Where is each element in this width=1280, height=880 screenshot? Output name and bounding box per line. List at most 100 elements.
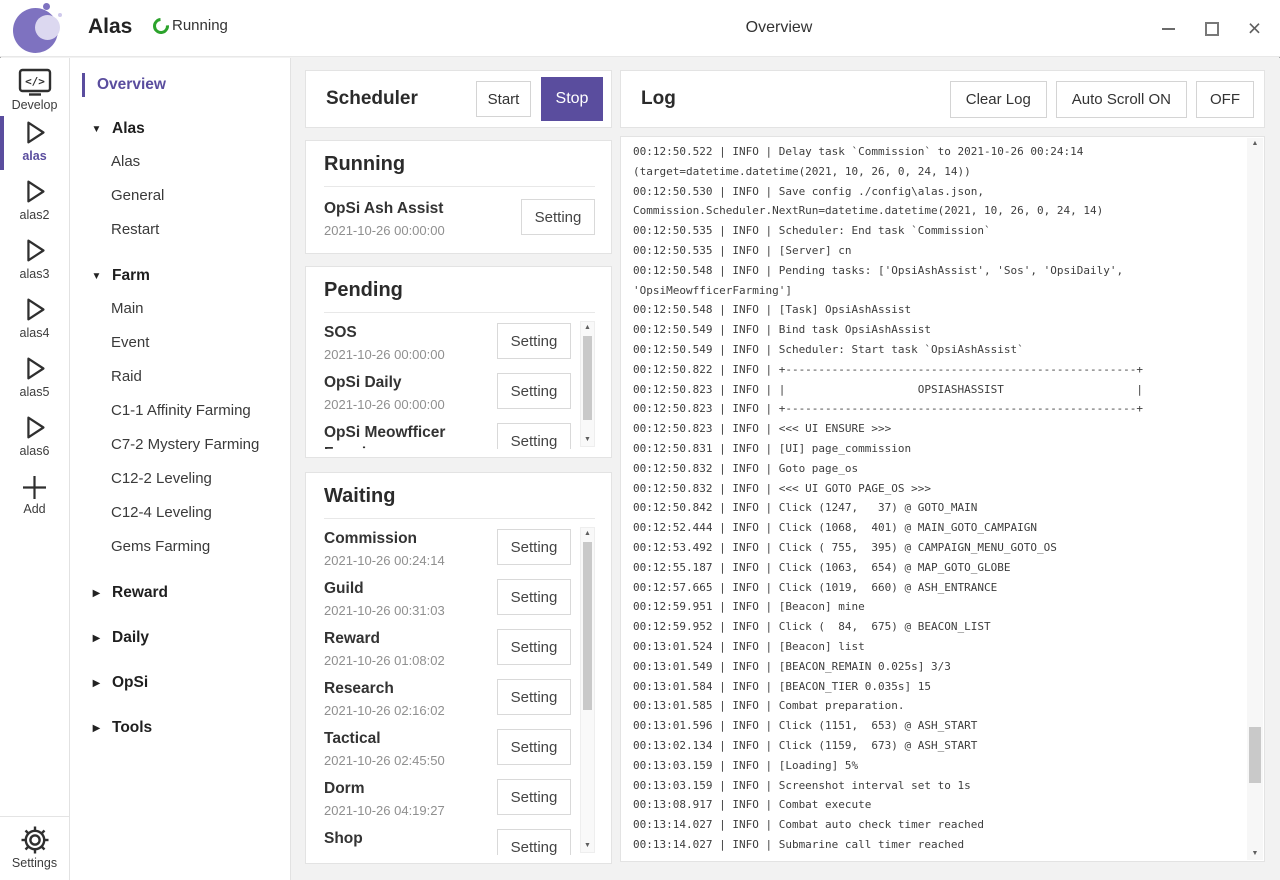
log-line: 'OpsiMeowfficerFarming'] [633, 281, 1240, 301]
sidebar-instance-item[interactable]: alas4 [0, 291, 69, 350]
log-column: Log Clear Log Auto Scroll ON OFF 00:12:5… [620, 70, 1265, 862]
task-setting-button[interactable]: Setting [497, 629, 571, 665]
menu-group-header[interactable]: ▶ OpSi [70, 667, 290, 699]
task-setting-button[interactable]: Setting [521, 199, 595, 235]
menu-item[interactable]: Restart [70, 213, 290, 247]
menu-group: ▼ Alas Alas General Restart [70, 113, 290, 247]
task-name: Shop [324, 828, 486, 849]
log-line: 00:13:01.596 | INFO | Click (1151, 653) … [633, 716, 1240, 736]
menu-group-header[interactable]: ▶ Reward [70, 577, 290, 609]
log-line: 00:12:50.522 | INFO | Delay task `Commis… [633, 142, 1240, 162]
sidebar-instance-item[interactable]: alas2 [0, 173, 69, 232]
task-setting-button[interactable]: Setting [497, 579, 571, 615]
task-setting-button[interactable]: Setting [497, 779, 571, 815]
plus-icon [21, 474, 48, 501]
task-name: OpSi Ash Assist [324, 198, 486, 219]
menu-item[interactable]: Main [70, 292, 290, 326]
instance-label: alas4 [0, 326, 69, 340]
play-icon [20, 176, 50, 207]
log-panel[interactable]: 00:12:50.522 | INFO | Delay task `Commis… [620, 136, 1265, 862]
task-setting-button[interactable]: Setting [497, 829, 571, 855]
stop-button[interactable]: Stop [541, 77, 603, 121]
task-name: Tactical [324, 728, 486, 749]
clear-log-button[interactable]: Clear Log [950, 81, 1047, 118]
menu-group-header[interactable]: ▶ Tools [70, 712, 290, 744]
log-line: (target=datetime.datetime(2021, 10, 26, … [633, 162, 1240, 182]
play-icon [20, 294, 50, 325]
menu-groups: ▼ Alas Alas General Restart ▼ Farm Main … [70, 113, 290, 744]
menu-item[interactable]: General [70, 179, 290, 213]
scroll-up-icon[interactable]: ▲ [581, 528, 594, 540]
instance-label: alas2 [0, 208, 69, 222]
log-scrollbar-thumb[interactable] [1249, 727, 1261, 783]
menu-item-overview[interactable]: Overview [70, 70, 290, 100]
menu-item[interactable]: Event [70, 326, 290, 360]
log-line: 00:12:50.535 | INFO | [Server] cn [633, 241, 1240, 261]
sidebar-instance-item[interactable]: alas6 [0, 409, 69, 468]
log-line: 00:13:03.159 | INFO | [Loading] 5% [633, 756, 1240, 776]
menu-group-label: Reward [112, 584, 168, 602]
scroll-down-icon[interactable]: ▼ [1247, 848, 1263, 860]
maximize-button[interactable] [1190, 0, 1233, 57]
task-setting-button[interactable]: Setting [497, 729, 571, 765]
task-setting-button[interactable]: Setting [497, 529, 571, 565]
log-scrollbar[interactable]: ▲ ▼ [1247, 138, 1263, 860]
develop-label: Develop [0, 98, 69, 112]
task-setting-button[interactable]: Setting [497, 423, 571, 449]
main-content: Scheduler Start Stop Running OpSi Ash As… [291, 58, 1280, 880]
scroll-down-icon[interactable]: ▼ [581, 434, 594, 446]
menu-item[interactable]: C12-2 Leveling [70, 462, 290, 496]
menu-group-header[interactable]: ▼ Alas [70, 113, 290, 145]
menu-group: ▶ Daily [70, 622, 290, 654]
task-info: Research 2021-10-26 02:16:02 [324, 675, 497, 725]
menu-item[interactable]: C12-4 Leveling [70, 496, 290, 530]
pending-scrollbar[interactable]: ▲ ▼ [580, 321, 595, 447]
auto-scroll-on-button[interactable]: Auto Scroll ON [1056, 81, 1187, 118]
task-name: Dorm [324, 778, 486, 799]
task-next-run-time: 2021-10-26 02:16:02 [324, 703, 497, 718]
waiting-scrollbar-thumb[interactable] [583, 542, 592, 710]
sidebar-instance-item[interactable]: alas5 [0, 350, 69, 409]
task-row: OpSi Meowfficer Farming Setting [324, 419, 571, 449]
sidebar-instance-item[interactable]: alas [0, 114, 69, 173]
task-setting-button[interactable]: Setting [497, 679, 571, 715]
menu-group-header[interactable]: ▼ Farm [70, 260, 290, 292]
scheduler-status: Running [153, 17, 228, 34]
menu-item[interactable]: Raid [70, 360, 290, 394]
window-title: Overview [746, 19, 813, 37]
sidebar-item-settings[interactable]: Settings [0, 816, 69, 880]
instance-label: alas6 [0, 444, 69, 458]
scroll-down-icon[interactable]: ▼ [581, 840, 594, 852]
log-line: 00:13:01.585 | INFO | Combat preparation… [633, 696, 1240, 716]
close-button[interactable]: × [1233, 0, 1276, 57]
minimize-button[interactable] [1147, 0, 1190, 57]
scroll-up-icon[interactable]: ▲ [1247, 138, 1263, 150]
task-next-run-time: 2021-10-26 00:31:03 [324, 603, 497, 618]
menu-item[interactable]: Alas [70, 145, 290, 179]
menu-group: ▼ Farm Main Event Raid C1-1 Affinity Far… [70, 260, 290, 564]
task-row: Tactical 2021-10-26 02:45:50 Setting [324, 725, 571, 775]
scroll-up-icon[interactable]: ▲ [581, 322, 594, 334]
sidebar-instance-item[interactable]: alas3 [0, 232, 69, 291]
menu-item[interactable]: C7-2 Mystery Farming [70, 428, 290, 462]
menu-group-header[interactable]: ▶ Daily [70, 622, 290, 654]
task-setting-button[interactable]: Setting [497, 323, 571, 359]
auto-scroll-off-button[interactable]: OFF [1196, 81, 1254, 118]
task-name: Commission [324, 528, 486, 549]
task-setting-button[interactable]: Setting [497, 373, 571, 409]
log-line: 00:12:50.823 | INFO | <<< UI ENSURE >>> [633, 419, 1240, 439]
status-text: Running [172, 17, 228, 34]
instance-label: alas5 [0, 385, 69, 399]
task-row: Guild 2021-10-26 00:31:03 Setting [324, 575, 571, 625]
add-instance-button[interactable]: Add [0, 468, 69, 524]
task-next-run-time: 2021-10-26 00:00:00 [324, 223, 521, 238]
sidebar-item-develop[interactable]: </> Develop [0, 58, 69, 114]
waiting-list: Commission 2021-10-26 00:24:14 Setting G… [324, 525, 595, 855]
waiting-scrollbar[interactable]: ▲ ▼ [580, 527, 595, 853]
menu-item[interactable]: Gems Farming [70, 530, 290, 564]
pending-scrollbar-thumb[interactable] [583, 336, 592, 420]
start-button[interactable]: Start [476, 81, 531, 117]
menu-item[interactable]: C1-1 Affinity Farming [70, 394, 290, 428]
menu-group-items: Main Event Raid C1-1 Affinity Farming C7… [70, 292, 290, 564]
log-title: Log [641, 88, 950, 110]
